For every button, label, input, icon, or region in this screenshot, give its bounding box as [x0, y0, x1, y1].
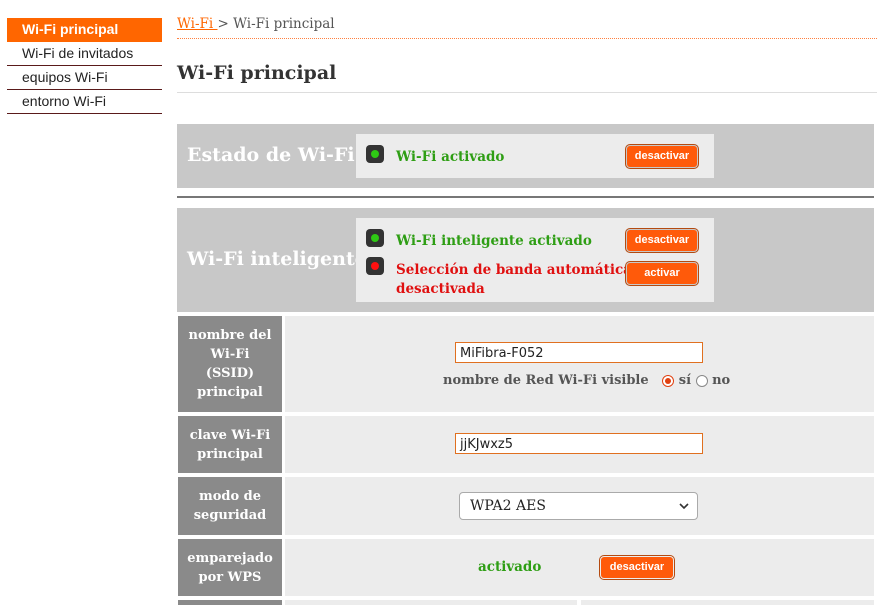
wps-label-line: emparejado — [187, 550, 273, 566]
band-selection-line1: Selección de banda automática — [396, 262, 632, 278]
wps-status-text: activado — [478, 559, 542, 575]
wifi-status-panel: Estado de Wi-Fi Wi-Fi activado desactiva… — [177, 124, 874, 188]
ssid-visible-yes-radio[interactable] — [662, 374, 675, 387]
page-title: Wi-Fi principal — [177, 62, 877, 93]
security-mode-content: WPA2 AES — [285, 477, 874, 535]
breadcrumb-separator: > — [217, 16, 234, 32]
green-led-icon — [366, 229, 384, 247]
smart-wifi-panel: Wi-Fi inteligente Wi-Fi inteligente acti… — [177, 208, 874, 312]
password-label: clave Wi-Fi principal — [178, 416, 282, 473]
next-row-content — [581, 600, 874, 605]
password-input[interactable]: jjKJwxz5 — [455, 433, 703, 454]
band-selection-line2: desactivada — [396, 281, 485, 297]
wps-label: emparejado por WPS — [178, 539, 282, 596]
red-led-icon — [366, 257, 384, 275]
sidebar-item-entorno-wifi[interactable]: entorno Wi-Fi — [7, 90, 162, 114]
ssid-input[interactable]: MiFibra-F052 — [455, 342, 703, 363]
band-selection-status-text: Selección de banda automática desactivad… — [396, 261, 632, 299]
ssid-visible-yes-label: sí — [678, 373, 692, 388]
breadcrumb-link-wifi[interactable]: Wi-Fi — [177, 16, 218, 32]
security-mode-select[interactable]: WPA2 AES — [459, 492, 698, 520]
wps-label-line: por WPS — [198, 569, 262, 585]
ssid-visible-no-label: no — [712, 373, 731, 388]
wifi-deactivate-button[interactable]: desactivar — [627, 146, 697, 167]
security-mode-value: WPA2 AES — [470, 498, 546, 514]
breadcrumb: Wi-Fi > Wi-Fi principal — [177, 16, 877, 39]
wps-content: activado desactivar — [285, 539, 874, 596]
security-mode-label-line: seguridad — [193, 508, 267, 523]
wifi-status-title: Estado de Wi-Fi — [187, 144, 355, 166]
password-label-line: clave Wi-Fi — [189, 427, 271, 443]
wps-deactivate-button[interactable]: desactivar — [601, 557, 673, 578]
ssid-label-line: principal — [197, 385, 263, 400]
ssid-label: nombre del Wi-Fi (SSID) principal — [178, 316, 282, 412]
ssid-content: MiFibra-F052 nombre de Red Wi-Fi visible… — [285, 316, 874, 412]
ssid-visible-label: nombre de Red Wi-Fi visible — [443, 373, 649, 388]
sidebar: Wi-Fi principal Wi-Fi de invitados equip… — [7, 18, 162, 114]
chevron-down-icon — [679, 503, 689, 510]
wifi-status-text: Wi-Fi activado — [396, 149, 505, 165]
green-led-icon — [366, 145, 384, 163]
smart-wifi-deactivate-button[interactable]: desactivar — [627, 230, 697, 251]
next-row-content — [285, 600, 577, 605]
ssid-visible-row: nombre de Red Wi-Fi visible sí no — [443, 373, 730, 388]
sidebar-item-wifi-principal[interactable]: Wi-Fi principal — [7, 18, 162, 42]
section-divider — [177, 196, 874, 198]
ssid-visible-no-radio[interactable] — [695, 374, 708, 387]
password-label-line: principal — [197, 446, 263, 462]
security-mode-label-line: modo de — [198, 489, 262, 504]
next-row-label — [178, 600, 282, 605]
smart-wifi-box: Wi-Fi inteligente activado desactivar Se… — [356, 218, 714, 302]
band-selection-activate-button[interactable]: activar — [627, 263, 697, 284]
sidebar-item-equipos-wifi[interactable]: equipos Wi-Fi — [7, 66, 162, 90]
sidebar-item-wifi-invitados[interactable]: Wi-Fi de invitados — [7, 42, 162, 66]
ssid-label-line: nombre del — [188, 328, 272, 343]
wifi-status-box: Wi-Fi activado desactivar — [356, 134, 714, 178]
ssid-label-line: (SSID) — [205, 366, 255, 381]
smart-wifi-title: Wi-Fi inteligente — [187, 248, 367, 270]
password-content: jjKJwxz5 — [285, 416, 874, 473]
ssid-label-line: Wi-Fi — [210, 347, 250, 362]
security-mode-label: modo de seguridad — [178, 477, 282, 535]
breadcrumb-current: Wi-Fi principal — [233, 16, 335, 32]
smart-wifi-status-text: Wi-Fi inteligente activado — [396, 233, 592, 249]
